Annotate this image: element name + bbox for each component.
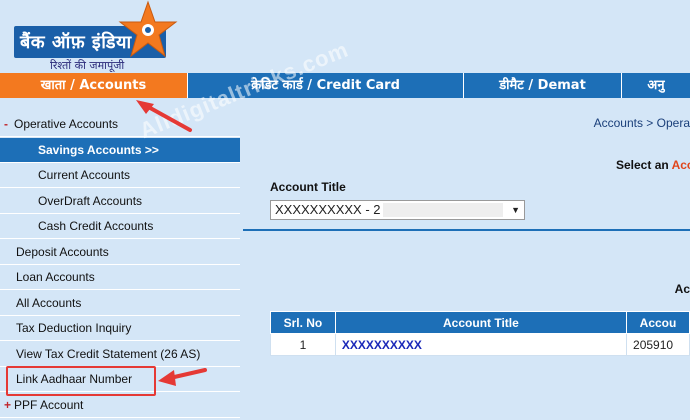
sidebar-item-label: Operative Accounts <box>14 117 119 131</box>
sidebar-item-label: All Accounts <box>16 296 82 310</box>
sidebar-item-overdraft-accounts[interactable]: OverDraft Accounts <box>0 189 240 214</box>
select-heading-accent: Acc <box>671 158 690 172</box>
account-title-select[interactable]: XXXXXXXXXX - 2 ▼ <box>270 200 525 220</box>
logo-text: बैंक ऑफ़ इंडिया <box>20 32 132 53</box>
sidebar-item-label: Savings Accounts >> <box>38 143 159 157</box>
select-account-heading: Select an Acc <box>616 158 690 172</box>
dropdown-arrow-icon: ▼ <box>511 205 520 215</box>
section-divider <box>243 229 690 231</box>
table-row: 1 XXXXXXXXXX 205910 <box>270 333 690 356</box>
sidebar-item-cash-credit-accounts[interactable]: Cash Credit Accounts <box>0 214 240 239</box>
logo-tagline: रिश्तों की जमापूंजी <box>50 59 125 72</box>
sidebar-item-label: OverDraft Accounts <box>38 194 143 208</box>
sidebar-item-savings-accounts[interactable]: Savings Accounts >> <box>0 138 240 163</box>
table-cell-srl-no: 1 <box>270 333 336 356</box>
account-summary-label: Ac <box>674 282 690 296</box>
star-icon <box>118 0 178 58</box>
collapse-icon: - <box>4 117 8 131</box>
tab-credit-card[interactable]: क्रेडिट कार्ड / Credit Card <box>188 73 464 98</box>
sidebar-item-all-accounts[interactable]: All Accounts <box>0 291 240 316</box>
sidebar-item-label: Current Accounts <box>38 168 131 182</box>
sidebar-item-label: View Tax Credit Statement (26 AS) <box>16 347 201 361</box>
sidebar-item-loan-accounts[interactable]: Loan Accounts <box>0 265 240 290</box>
expand-icon: + <box>4 398 12 412</box>
breadcrumb[interactable]: Accounts > Opera <box>594 116 690 130</box>
accounts-table: Srl. No Account Title Accou 1 XXXXXXXXXX… <box>270 311 690 356</box>
tab-demat[interactable]: डीमैट / Demat <box>464 73 622 98</box>
sidebar-item-tax-deduction-inquiry[interactable]: Tax Deduction Inquiry <box>0 316 240 341</box>
table-cell-account-number: 205910 <box>626 333 690 356</box>
sidebar-item-label: Loan Accounts <box>16 270 95 284</box>
top-navigation: खाता / Accounts क्रेडिट कार्ड / Credit C… <box>0 73 690 98</box>
tab-accounts[interactable]: खाता / Accounts <box>0 73 188 98</box>
sidebar-item-label: Deposit Accounts <box>16 245 109 259</box>
sidebar-item-current-accounts[interactable]: Current Accounts <box>0 163 240 188</box>
sidebar-item-operative-accounts[interactable]: - Operative Accounts <box>0 112 240 137</box>
sidebar-item-view-tax-credit-statement[interactable]: View Tax Credit Statement (26 AS) <box>0 342 240 367</box>
redacted-area <box>383 203 503 217</box>
sidebar-item-label: PPF Account <box>14 398 84 412</box>
select-heading-text: Select an <box>616 158 672 172</box>
account-title-label: Account Title <box>270 180 346 194</box>
sidebar-item-ppf-account[interactable]: + PPF Account <box>0 393 240 418</box>
sidebar-item-label: Cash Credit Accounts <box>38 219 154 233</box>
tab-more[interactable]: अनु <box>622 73 690 98</box>
sidebar-item-label: Tax Deduction Inquiry <box>16 321 132 335</box>
table-header-srl-no: Srl. No <box>270 311 336 334</box>
table-cell-account-title-link[interactable]: XXXXXXXXXX <box>334 333 628 356</box>
sidebar-item-deposit-accounts[interactable]: Deposit Accounts <box>0 240 240 265</box>
table-header-account-title: Account Title <box>334 311 628 334</box>
bank-logo[interactable]: बैंक ऑफ़ इंडिया रिश्तों की जमापूंजी <box>14 0 178 72</box>
table-header-account-number: Accou <box>626 311 690 334</box>
header: बैंक ऑफ़ इंडिया रिश्तों की जमापूंजी <box>0 0 690 73</box>
main-content: Accounts > Opera Select an Acc Account T… <box>243 112 690 420</box>
highlight-box-aadhaar <box>6 366 156 396</box>
account-select-value: XXXXXXXXXX - 2 <box>275 202 381 217</box>
